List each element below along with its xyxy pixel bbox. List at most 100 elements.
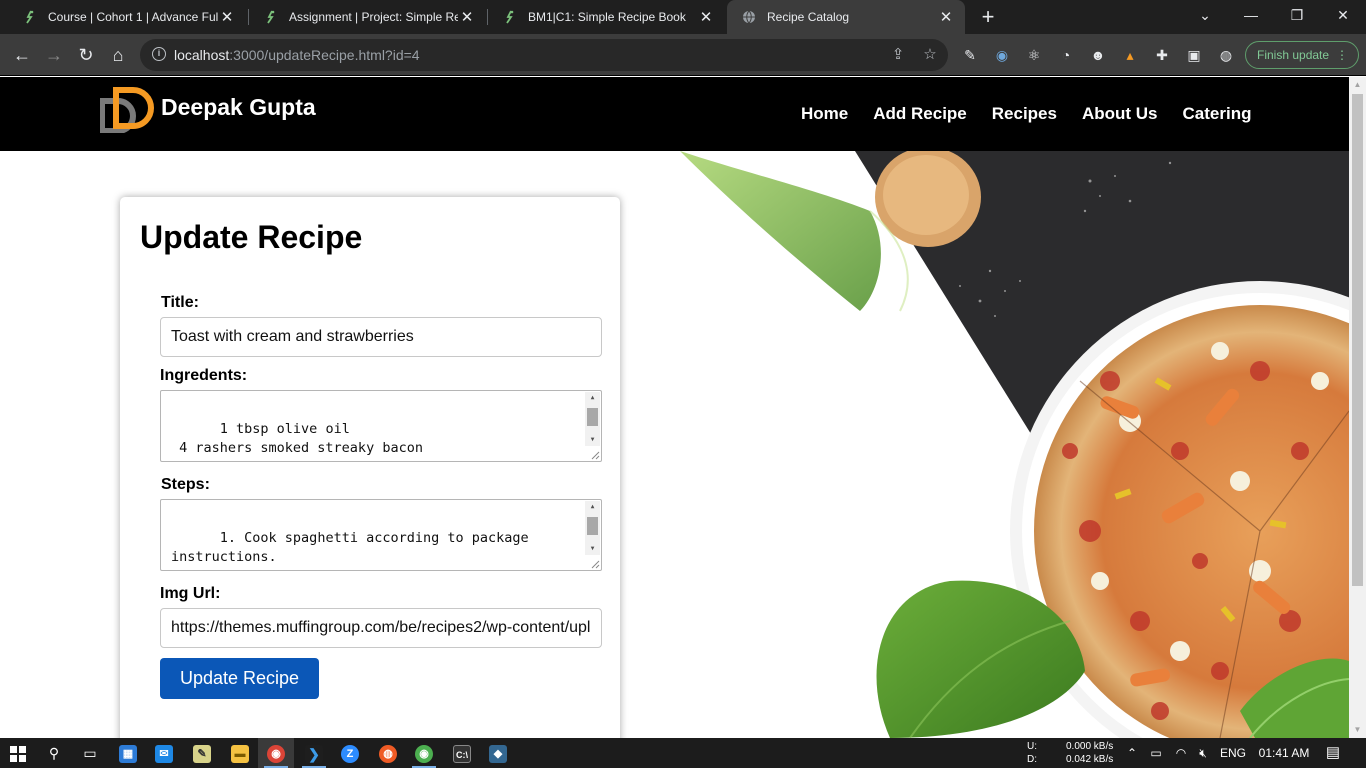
img-url-input[interactable]: https://themes.muffingroup.com/be/recipe… [160, 608, 602, 648]
browser-tab[interactable]: Assignment | Project: Simple Recipe ✕ [249, 0, 486, 34]
nav-catering[interactable]: Catering [1183, 104, 1252, 124]
browser-tab-active[interactable]: Recipe Catalog ✕ [727, 0, 965, 34]
chrome-icon[interactable]: ◉ [258, 738, 294, 768]
dd-logo-icon[interactable] [100, 87, 158, 133]
page-title: Update Recipe [140, 219, 363, 255]
steps-textarea[interactable]: 1. Cook spaghetti according to package i… [160, 499, 602, 571]
language-indicator[interactable]: ENG [1218, 738, 1248, 768]
nav-about-us[interactable]: About Us [1082, 104, 1158, 124]
steps-text: 1. Cook spaghetti according to package i… [171, 530, 529, 570]
scroll-down-arrow-icon[interactable]: ▼ [585, 434, 600, 446]
scroll-up-arrow-icon[interactable]: ▲ [585, 501, 600, 513]
browser-toolbar: ← → ↻ ⌂ i localhost:3000/updateRecipe.ht… [0, 34, 1366, 76]
close-icon[interactable]: ✕ [697, 8, 715, 26]
mail-icon[interactable]: ✉ [146, 738, 182, 768]
nav-recipes[interactable]: Recipes [992, 104, 1057, 124]
tab-title: Assignment | Project: Simple Recipe [289, 10, 458, 24]
windows-taskbar: ⚲ ▭ ▦ ✉ ✎ ▬ ◉ ❯ Z ◍ ◉ C:\ ◆ U: D: 0.000 k… [0, 738, 1366, 768]
browser-tab[interactable]: BM1|C1: Simple Recipe Book ✕ [488, 0, 725, 34]
file-explorer-icon[interactable]: ▬ [222, 738, 258, 768]
textarea-scrollbar[interactable]: ▲ ▼ [585, 392, 600, 446]
nav-home[interactable]: Home [801, 104, 848, 124]
chrome-alt-icon[interactable]: ◉ [406, 738, 442, 768]
windows-start-icon[interactable] [0, 738, 36, 768]
battery-icon[interactable]: ▭ [1146, 738, 1166, 768]
page-scroll-thumb[interactable] [1352, 94, 1363, 586]
url-host: localhost [174, 47, 230, 63]
site-info-icon[interactable]: i [152, 47, 166, 61]
wifi-icon[interactable]: ◠ [1170, 738, 1192, 768]
nav-add-recipe[interactable]: Add Recipe [873, 104, 967, 124]
extension-dev-icon[interactable]: ✎ [960, 45, 980, 65]
notifications-icon[interactable]: ▤ [1320, 738, 1346, 768]
steps-label: Steps: [161, 476, 210, 493]
zoom-icon[interactable]: Z [332, 738, 368, 768]
title-input[interactable]: Toast with cream and strawberries [160, 317, 602, 357]
forward-icon[interactable]: → [41, 42, 67, 68]
back-icon[interactable]: ← [9, 42, 35, 68]
scroll-thumb[interactable] [587, 408, 598, 426]
extension-gauge-icon[interactable]: ◔ [1056, 45, 1076, 65]
address-bar[interactable]: i localhost:3000/updateRecipe.html?id=4 … [140, 39, 948, 71]
page-viewport: Deepak Gupta Home Add Recipe Recipes Abo… [0, 77, 1349, 738]
postman-icon[interactable]: ◍ [370, 738, 406, 768]
textarea-scrollbar[interactable]: ▲ ▼ [585, 501, 600, 555]
site-brand[interactable]: Deepak Gupta [161, 94, 316, 121]
extension-bird-icon[interactable]: ▴ [1120, 45, 1140, 65]
tab-title: Recipe Catalog [767, 10, 850, 24]
close-icon[interactable]: ✕ [937, 8, 955, 26]
reload-icon[interactable]: ↻ [73, 42, 99, 68]
react-devtools-icon[interactable]: ⚛ [1024, 45, 1044, 65]
tab-title: BM1|C1: Simple Recipe Book [528, 10, 686, 24]
window-close-icon[interactable]: ✕ [1320, 0, 1366, 30]
share-icon[interactable]: ⇪ [888, 45, 908, 65]
title-label: Title: [161, 294, 199, 311]
volume-muted-icon[interactable]: 🔇︎ [1192, 738, 1214, 768]
browser-tab[interactable]: Course | Cohort 1 | Advance Full Stack ✕ [8, 0, 246, 34]
resize-grip-icon[interactable] [588, 448, 600, 460]
finish-update-button[interactable]: Finish update ⋮ [1245, 41, 1359, 69]
more-menu-icon[interactable]: ⋮ [1336, 42, 1348, 68]
close-icon[interactable]: ✕ [218, 8, 236, 26]
vscode-icon[interactable]: ❯ [296, 738, 332, 768]
side-panel-icon[interactable]: ▣ [1184, 45, 1204, 65]
tray-chevron-icon[interactable]: ⌃ [1122, 738, 1142, 768]
scroll-up-arrow-icon[interactable]: ▲ [1349, 77, 1366, 93]
update-recipe-card: Update Recipe Title: Toast with cream an… [120, 197, 620, 738]
ingredients-label: Ingredents: [160, 367, 248, 384]
tab-search-icon[interactable]: ⌄ [1182, 0, 1228, 30]
search-icon[interactable]: ⚲ [36, 738, 72, 768]
url-text: localhost:3000/updateRecipe.html?id=4 [174, 47, 420, 63]
scroll-down-arrow-icon[interactable]: ▼ [585, 543, 600, 555]
profile-avatar-icon[interactable]: ◍ [1216, 45, 1236, 65]
page-scrollbar[interactable]: ▲ ▼ [1349, 77, 1366, 738]
finish-update-label: Finish update [1257, 48, 1330, 62]
resize-grip-icon[interactable] [588, 557, 600, 569]
pizza-hero-image [680, 151, 1349, 738]
notepad-icon[interactable]: ✎ [184, 738, 220, 768]
clock[interactable]: 01:41 AM [1254, 738, 1314, 768]
restore-icon[interactable]: ❐ [1274, 0, 1320, 30]
task-view-icon[interactable]: ▭ [72, 738, 108, 768]
bookmark-star-icon[interactable]: ☆ [920, 45, 940, 65]
extension-face-icon[interactable]: ☻ [1088, 45, 1108, 65]
network-speed-values: 0.000 kB/s 0.042 kB/s [1066, 740, 1113, 766]
ingredients-textarea[interactable]: 1 tbsp olive oil 4 rashers smoked streak… [160, 390, 602, 462]
home-icon[interactable]: ⌂ [105, 42, 131, 68]
img-url-label: Img Url: [160, 585, 221, 602]
extensions-puzzle-icon[interactable]: ✚ [1152, 45, 1172, 65]
download-speed: 0.042 kB/s [1066, 754, 1114, 765]
close-icon[interactable]: ✕ [458, 8, 476, 26]
database-app-icon[interactable]: ◆ [480, 738, 516, 768]
runner-favicon-icon [502, 9, 518, 25]
update-recipe-button[interactable]: Update Recipe [160, 658, 319, 699]
scroll-down-arrow-icon[interactable]: ▼ [1349, 722, 1366, 738]
terminal-icon[interactable]: C:\ [444, 738, 480, 768]
store-icon[interactable]: ▦ [110, 738, 146, 768]
extension-circle-icon[interactable]: ◉ [992, 45, 1012, 65]
minimize-icon[interactable]: — [1228, 0, 1274, 30]
network-speed-labels: U: D: [1027, 740, 1037, 766]
scroll-thumb[interactable] [587, 517, 598, 535]
new-tab-icon[interactable]: + [976, 4, 1000, 30]
scroll-up-arrow-icon[interactable]: ▲ [585, 392, 600, 404]
